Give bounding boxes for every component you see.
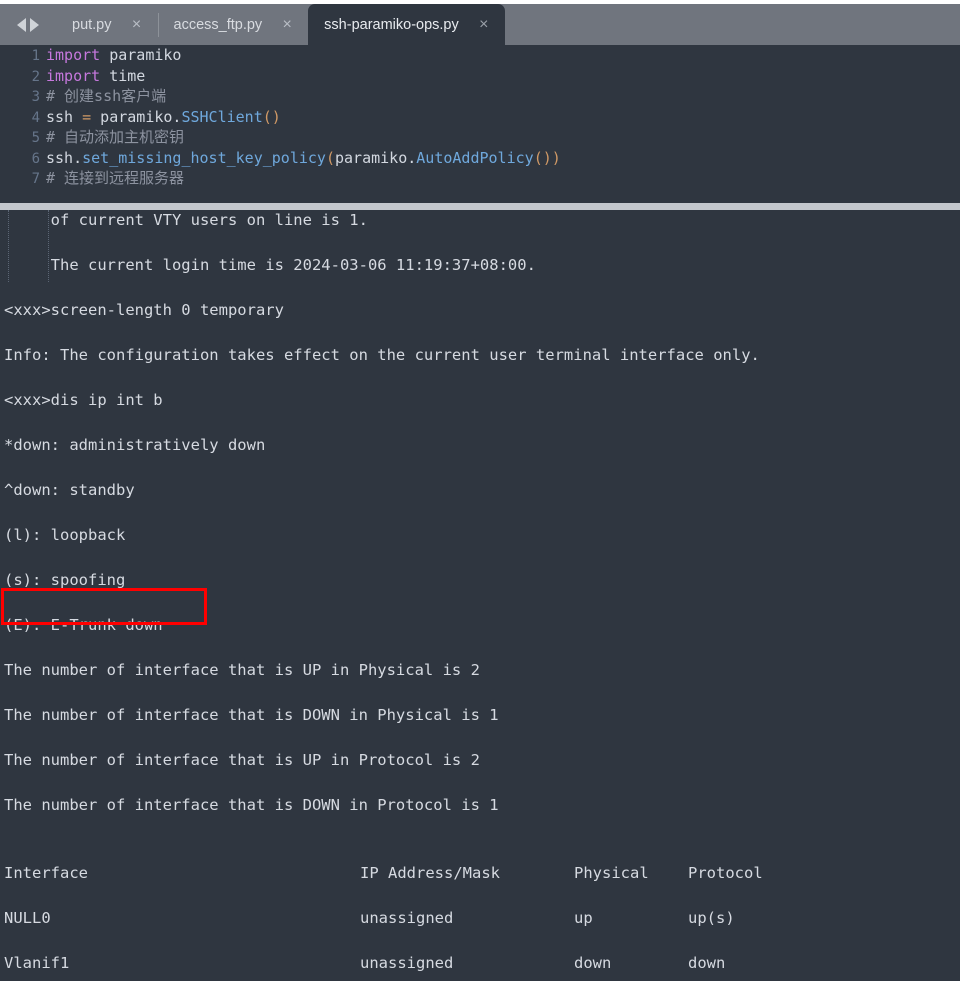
editor-tab-put-py[interactable]: put.py × [56, 4, 158, 45]
code-text: # 自动添加主机密钥 [46, 127, 184, 148]
code-token: () [262, 107, 281, 126]
code-token: = [82, 107, 92, 126]
code-line: 4 ssh = paramiko.SSHClient() [0, 107, 960, 128]
terminal-line: <xxx>dis ip int b [4, 391, 163, 409]
code-token: # 连接到远程服务器 [46, 169, 185, 187]
line-number: 5 [31, 130, 40, 146]
code-token: SSHClient [181, 107, 263, 126]
code-line: 7 # 连接到远程服务器 [0, 168, 960, 189]
table-column-header: Physical [574, 864, 649, 882]
table-cell: NULL0 [4, 909, 51, 927]
line-number: 4 [31, 109, 40, 126]
line-number: 2 [31, 68, 40, 85]
terminal-line: The current login time is 2024-03-06 11:… [4, 256, 536, 274]
terminal-line: The number of interface that is DOWN in … [4, 796, 499, 814]
line-number: 1 [31, 48, 40, 64]
editor-tab-access-ftp-py[interactable]: access_ftp.py × [157, 4, 309, 45]
code-token: import [46, 46, 101, 64]
table-column-header: Protocol [688, 864, 763, 882]
terminal-line: *down: administratively down [4, 436, 266, 454]
code-editor[interactable]: 1 import paramiko 2 import time 3 # 创建ssh客户端 4… [0, 45, 960, 205]
table-cell: unassigned [360, 954, 454, 972]
code-token: paramiko. [335, 148, 417, 167]
code-text: # 创建ssh客户端 [46, 86, 166, 107]
tab-nav-arrows[interactable] [0, 4, 56, 45]
table-cell: up(s) [688, 909, 735, 927]
code-text: # 连接到远程服务器 [46, 168, 184, 189]
tab-label: put.py [72, 16, 112, 33]
table-cell: up [574, 909, 593, 927]
terminal-line: The number of interface that is DOWN in … [4, 706, 499, 724]
table-column-header: Interface [4, 864, 88, 882]
code-token: ()) [533, 148, 561, 167]
code-text: ssh = paramiko.SSHClient() [46, 107, 281, 128]
code-token: set_missing_host_key_policy [82, 148, 326, 167]
code-token: ssh. [46, 148, 83, 167]
code-token: AutoAddPolicy [416, 148, 534, 167]
arrow-left-icon[interactable] [17, 17, 26, 32]
table-cell: down [574, 954, 612, 972]
code-line: 6 ssh.set_missing_host_key_policy(paramik… [0, 148, 960, 169]
code-token: paramiko [100, 46, 182, 64]
table-column-header: IP Address/Mask [360, 864, 500, 882]
code-text: import time [46, 66, 145, 87]
terminal-line: of current VTY users on line is 1. [4, 211, 368, 229]
app-window: put.py × access_ftp.py × ssh-paramiko-ops.py… [0, 0, 960, 981]
tab-label: ssh-paramiko-ops.py [324, 16, 459, 33]
code-token: ssh [46, 107, 83, 126]
terminal-output-pane[interactable]: of current VTY users on line is 1. The c… [0, 210, 960, 981]
code-line: 2 import time [0, 66, 960, 87]
close-icon[interactable]: × [130, 16, 144, 33]
table-cell: unassigned [360, 909, 454, 927]
tab-label: access_ftp.py [173, 16, 263, 33]
terminal-line: (s): spoofing [4, 571, 126, 589]
line-number: 7 [31, 171, 40, 187]
close-icon[interactable]: × [280, 16, 294, 33]
terminal-line: (l): loopback [4, 526, 126, 544]
editor-tab-bar: put.py × access_ftp.py × ssh-paramiko-ops.py… [0, 4, 960, 45]
code-line: 3 # 创建ssh客户端 [0, 86, 960, 107]
terminal-line: The number of interface that is UP in Pr… [4, 751, 480, 769]
code-token: # 自动添加主机密钥 [46, 128, 185, 146]
arrow-right-icon[interactable] [30, 17, 39, 32]
code-token: ( [325, 148, 335, 167]
highlight-box-command [1, 588, 207, 625]
code-text: import paramiko [46, 45, 181, 66]
terminal-line: The number of interface that is UP in Ph… [4, 661, 480, 679]
code-text: ssh.set_missing_host_key_policy(paramiko… [46, 148, 561, 169]
code-line: 5 # 自动添加主机密钥 [0, 127, 960, 148]
code-token: time [100, 66, 146, 85]
code-lines: 1 import paramiko 2 import time 3 # 创建ssh客户端 4… [0, 45, 960, 189]
terminal-line: ^down: standby [4, 481, 135, 499]
tab-list: put.py × access_ftp.py × ssh-paramiko-ops.py… [56, 4, 505, 45]
pane-divider[interactable] [0, 203, 960, 210]
code-line: 1 import paramiko [0, 45, 960, 66]
table-cell: down [688, 954, 726, 972]
terminal-line: Info: The configuration takes effect on … [4, 346, 760, 364]
terminal-line: <xxx>screen-length 0 temporary [4, 301, 284, 319]
line-number: 6 [31, 150, 40, 167]
close-icon[interactable]: × [477, 16, 491, 33]
code-token: import [46, 66, 101, 85]
code-token: # 创建ssh客户端 [46, 87, 167, 105]
code-token: paramiko. [91, 107, 182, 126]
table-cell: Vlanif1 [4, 954, 70, 972]
editor-tab-ssh-paramiko-ops-py[interactable]: ssh-paramiko-ops.py × [308, 4, 505, 45]
line-number: 3 [31, 89, 40, 105]
